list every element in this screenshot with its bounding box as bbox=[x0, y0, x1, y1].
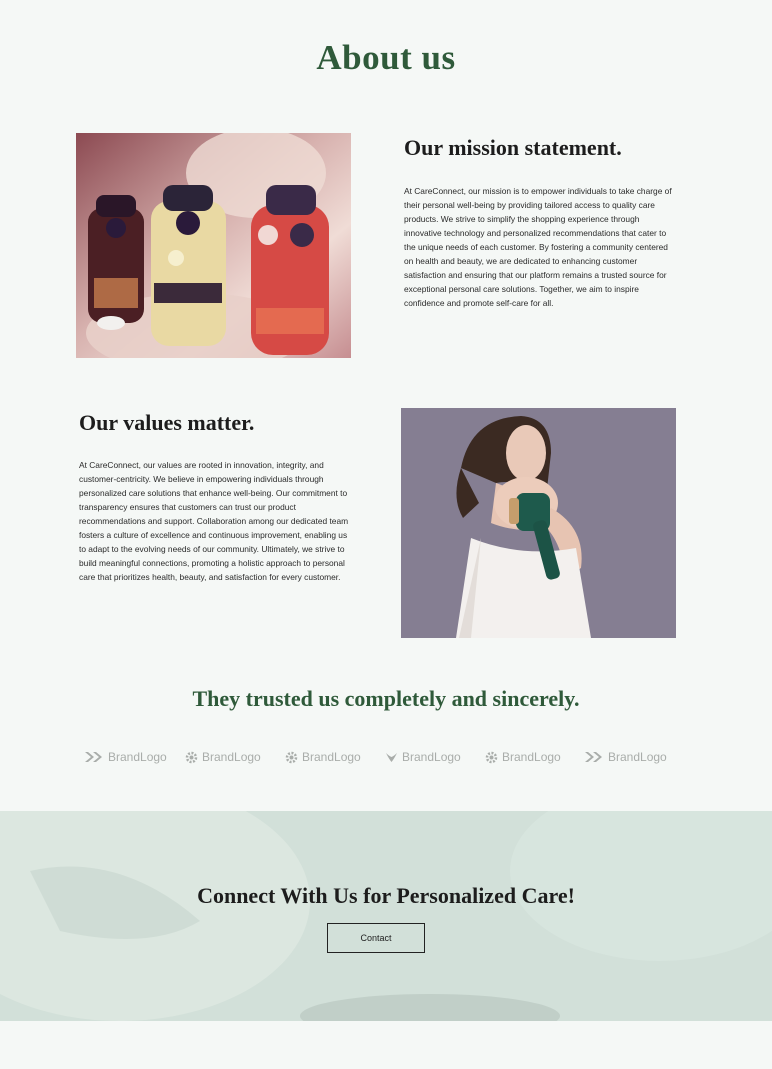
woman-device-photo bbox=[401, 408, 676, 638]
woman-with-device-illustration bbox=[401, 408, 676, 638]
brand-logo-6: BrandLogo bbox=[584, 747, 667, 767]
brand-logo-label: BrandLogo bbox=[202, 750, 261, 764]
wing-icon bbox=[386, 752, 397, 762]
brand-logo-label: BrandLogo bbox=[302, 750, 361, 764]
brand-logo-2: BrandLogo bbox=[185, 747, 261, 767]
brand-logo-1: BrandLogo bbox=[84, 747, 167, 767]
mission-heading: Our mission statement. bbox=[404, 135, 622, 160]
brand-logo-4: BrandLogo bbox=[385, 747, 461, 767]
brand-logo-5: BrandLogo bbox=[485, 747, 561, 767]
mission-text: At CareConnect, our mission is to empowe… bbox=[404, 186, 672, 308]
values-text: At CareConnect, our values are rooted in… bbox=[79, 460, 349, 582]
contact-cta-section: Connect With Us for Personalized Care! C… bbox=[0, 811, 772, 1021]
brand-logo-label: BrandLogo bbox=[608, 750, 667, 764]
trusted-heading: They trusted us completely and sincerely… bbox=[192, 686, 580, 711]
products-photo bbox=[76, 133, 351, 358]
double-chevron-icon bbox=[85, 752, 102, 762]
brand-logo-row: BrandLogo BrandLogo BrandLogo BrandLogo … bbox=[84, 747, 684, 767]
brand-logo-label: BrandLogo bbox=[402, 750, 461, 764]
brand-logo-3: BrandLogo bbox=[285, 747, 361, 767]
page-title: About us bbox=[316, 38, 456, 77]
gear-icon bbox=[185, 751, 198, 763]
gear-icon bbox=[485, 751, 498, 763]
double-chevron-icon bbox=[585, 752, 602, 762]
cta-heading: Connect With Us for Personalized Care! bbox=[197, 883, 575, 908]
brand-logo-label: BrandLogo bbox=[108, 750, 167, 764]
cta-background-texture bbox=[0, 811, 772, 1021]
contact-button[interactable]: Contact bbox=[327, 923, 425, 953]
brand-logo-label: BrandLogo bbox=[502, 750, 561, 764]
care-products-illustration bbox=[76, 133, 351, 358]
gear-icon bbox=[285, 751, 298, 763]
values-heading: Our values matter. bbox=[79, 410, 255, 435]
